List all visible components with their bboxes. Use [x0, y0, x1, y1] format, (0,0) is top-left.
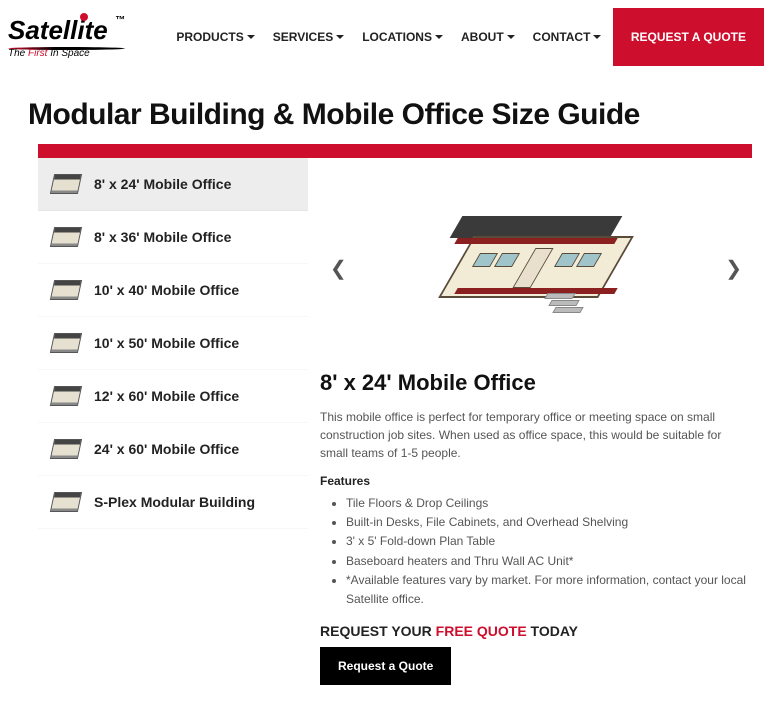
- size-tab-label: 8' x 36' Mobile Office: [94, 229, 231, 245]
- nav-item-contact[interactable]: CONTACT: [533, 30, 602, 44]
- size-tab[interactable]: 8' x 36' Mobile Office: [38, 211, 308, 264]
- mobile-office-icon: [50, 439, 82, 459]
- nav-item-locations[interactable]: LOCATIONS: [362, 30, 443, 44]
- detail-panel: ❮ ❯ 8' x 24' Mobile Office Thi: [320, 158, 752, 685]
- size-tab[interactable]: 8' x 24' Mobile Office: [38, 158, 308, 211]
- carousel-next-icon[interactable]: ❯: [715, 246, 752, 291]
- feature-item: *Available features vary by market. For …: [346, 571, 752, 609]
- logo-dot-icon: [80, 13, 88, 21]
- chevron-down-icon: [336, 35, 344, 39]
- header: Satellite ™ The First In Space PRODUCTS S…: [0, 0, 780, 74]
- detail-description: This mobile office is perfect for tempor…: [320, 408, 752, 462]
- nav-item-products[interactable]: PRODUCTS: [176, 30, 254, 44]
- main-nav: PRODUCTS SERVICES LOCATIONS ABOUT CONTACT: [165, 30, 613, 44]
- size-tab[interactable]: 10' x 40' Mobile Office: [38, 264, 308, 317]
- logo-tagline: The First In Space: [8, 48, 125, 59]
- request-quote-button[interactable]: Request a Quote: [320, 647, 451, 685]
- nav-item-label: PRODUCTS: [176, 30, 243, 44]
- size-tab-label: S-Plex Modular Building: [94, 494, 255, 510]
- feature-item: 3' x 5' Fold-down Plan Table: [346, 532, 752, 551]
- detail-title: 8' x 24' Mobile Office: [320, 370, 752, 396]
- size-tab[interactable]: S-Plex Modular Building: [38, 476, 308, 529]
- cta-text: REQUEST YOUR FREE QUOTE TODAY: [320, 623, 752, 639]
- mobile-office-icon: [50, 386, 82, 406]
- mobile-office-icon: [50, 227, 82, 247]
- chevron-down-icon: [435, 35, 443, 39]
- size-tab[interactable]: 10' x 50' Mobile Office: [38, 317, 308, 370]
- feature-item: Tile Floors & Drop Ceilings: [346, 494, 752, 513]
- chevron-down-icon: [507, 35, 515, 39]
- feature-item: Baseboard heaters and Thru Wall AC Unit*: [346, 552, 752, 571]
- size-tabs: 8' x 24' Mobile Office 8' x 36' Mobile Of…: [38, 158, 308, 685]
- chevron-down-icon: [247, 35, 255, 39]
- red-divider: [38, 144, 752, 158]
- mobile-office-icon: [50, 174, 82, 194]
- product-image: [446, 208, 626, 328]
- nav-item-about[interactable]: ABOUT: [461, 30, 515, 44]
- nav-item-label: LOCATIONS: [362, 30, 432, 44]
- size-tab-label: 10' x 50' Mobile Office: [94, 335, 239, 351]
- mobile-office-icon: [50, 492, 82, 512]
- nav-item-label: ABOUT: [461, 30, 504, 44]
- features-heading: Features: [320, 474, 752, 488]
- logo[interactable]: Satellite ™ The First In Space: [8, 15, 125, 59]
- features-list: Tile Floors & Drop CeilingsBuilt-in Desk…: [320, 494, 752, 609]
- content: 8' x 24' Mobile Office 8' x 36' Mobile Of…: [0, 158, 780, 705]
- nav-item-label: CONTACT: [533, 30, 591, 44]
- nav-item-services[interactable]: SERVICES: [273, 30, 344, 44]
- size-tab[interactable]: 12' x 60' Mobile Office: [38, 370, 308, 423]
- size-tab-label: 8' x 24' Mobile Office: [94, 176, 231, 192]
- size-tab-label: 24' x 60' Mobile Office: [94, 441, 239, 457]
- request-quote-button-header[interactable]: REQUEST A QUOTE: [613, 8, 764, 66]
- logo-text: Satellite ™: [8, 15, 125, 46]
- image-carousel: ❮ ❯: [320, 178, 752, 358]
- chevron-down-icon: [593, 35, 601, 39]
- carousel-prev-icon[interactable]: ❮: [320, 246, 357, 291]
- size-tab-label: 10' x 40' Mobile Office: [94, 282, 239, 298]
- mobile-office-icon: [50, 280, 82, 300]
- page-title: Modular Building & Mobile Office Size Gu…: [28, 98, 780, 132]
- feature-item: Built-in Desks, File Cabinets, and Overh…: [346, 513, 752, 532]
- size-tab[interactable]: 24' x 60' Mobile Office: [38, 423, 308, 476]
- mobile-office-icon: [50, 333, 82, 353]
- size-tab-label: 12' x 60' Mobile Office: [94, 388, 239, 404]
- nav-item-label: SERVICES: [273, 30, 333, 44]
